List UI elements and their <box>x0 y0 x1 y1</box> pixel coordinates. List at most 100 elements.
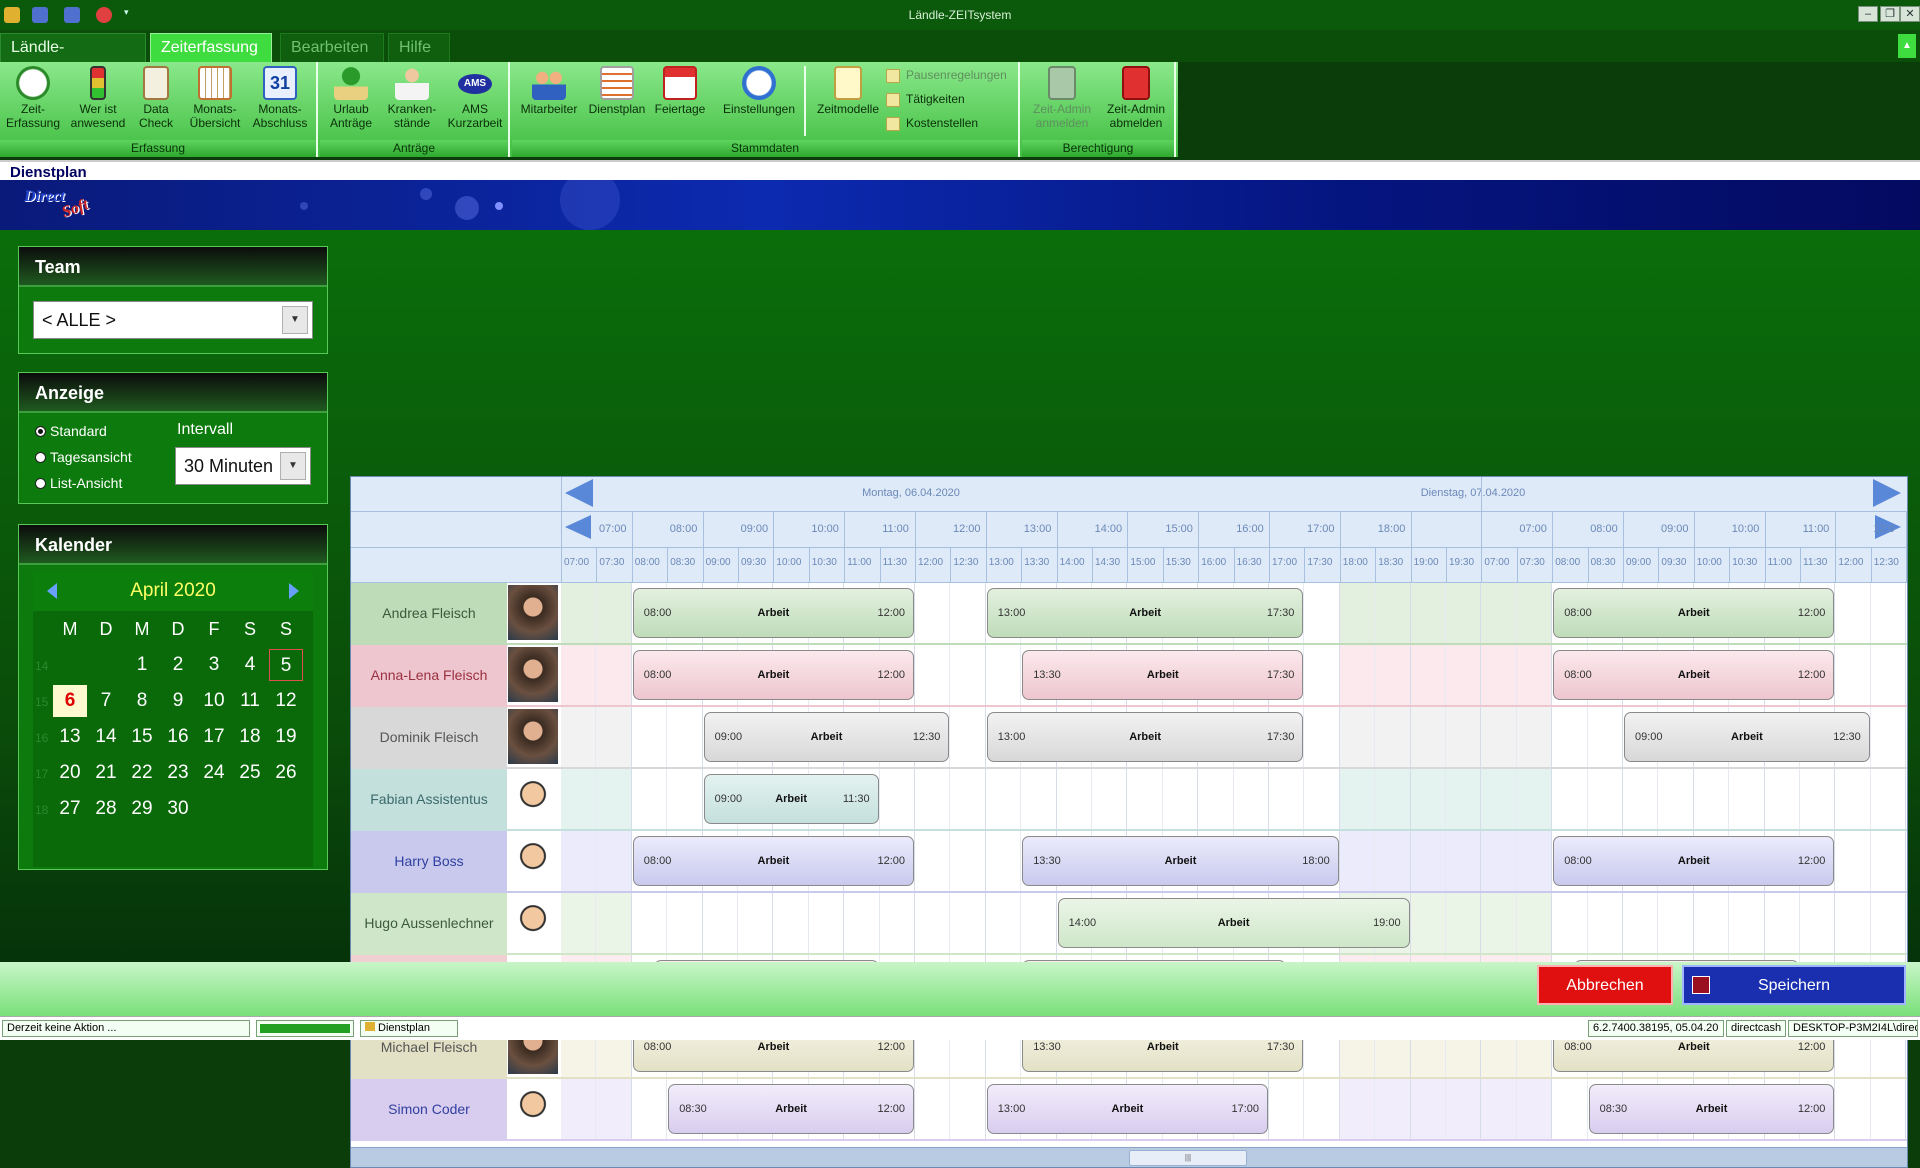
tab-hilfe[interactable]: Hilfe <box>388 33 450 62</box>
time-slot[interactable] <box>1693 769 1730 830</box>
time-slot[interactable] <box>1516 769 1553 830</box>
kostenstellen-button[interactable]: Kostenstellen <box>886 114 978 132</box>
time-slot[interactable] <box>915 1079 951 1140</box>
time-slot[interactable] <box>1339 831 1376 892</box>
appointment[interactable]: Arbeit 09:00 12:30 <box>703 712 950 762</box>
time-slot[interactable] <box>1021 769 1057 830</box>
monats-abschluss-button[interactable]: 31 Monats- Abschluss <box>248 64 312 130</box>
time-slot[interactable] <box>1658 769 1694 830</box>
time-slot[interactable] <box>1375 1079 1411 1140</box>
employee-name[interactable]: Anna-Lena Fleisch <box>351 645 507 706</box>
time-slot[interactable] <box>950 893 986 954</box>
time-slot[interactable] <box>667 769 703 830</box>
appointment[interactable]: Arbeit 09:00 11:30 <box>703 774 879 824</box>
time-slot[interactable] <box>1304 769 1340 830</box>
calendar-day[interactable]: 1 <box>125 649 159 681</box>
time-slot[interactable] <box>1481 707 1517 768</box>
time-slot[interactable] <box>1092 769 1128 830</box>
time-slot[interactable] <box>1835 645 1871 706</box>
time-slot[interactable] <box>631 769 668 830</box>
appointment[interactable]: Arbeit 08:30 12:00 <box>668 1084 914 1134</box>
time-slot[interactable] <box>950 707 986 768</box>
time-slot[interactable] <box>596 769 632 830</box>
appointment[interactable]: Arbeit 14:00 19:00 <box>1057 898 1410 948</box>
time-slot[interactable] <box>1552 893 1588 954</box>
appointment[interactable]: Arbeit 13:00 17:30 <box>986 588 1304 638</box>
calendar-day[interactable]: 25 <box>233 757 267 789</box>
calendar-day[interactable]: 10 <box>197 685 231 717</box>
horizontal-scrollbar[interactable]: ||| <box>351 1147 1907 1167</box>
calendar-day[interactable]: 12 <box>269 685 303 717</box>
time-slot[interactable] <box>1446 893 1482 954</box>
time-grid[interactable]: Arbeit 08:00 12:00 Arbeit 13:30 17:30 Arbeit 08… <box>561 645 1907 706</box>
time-slot[interactable] <box>1339 707 1376 768</box>
time-slot[interactable] <box>561 583 597 644</box>
time-slot[interactable] <box>1198 769 1234 830</box>
feiertage-button[interactable]: Feiertage <box>652 64 708 116</box>
time-slot[interactable] <box>667 707 703 768</box>
time-slot[interactable] <box>1729 893 1765 954</box>
time-slot[interactable] <box>1764 893 1800 954</box>
calendar-day[interactable]: 28 <box>89 793 123 825</box>
urlaub-antraege-button[interactable]: Urlaub Anträge <box>324 64 378 130</box>
time-slot[interactable] <box>1552 769 1588 830</box>
time-slot[interactable] <box>1516 645 1553 706</box>
calendar-day[interactable]: 26 <box>269 757 303 789</box>
time-slot[interactable] <box>950 1079 986 1140</box>
time-slot[interactable] <box>1658 893 1694 954</box>
calendar-day[interactable]: 29 <box>125 793 159 825</box>
time-slot[interactable] <box>1835 769 1871 830</box>
time-slot[interactable] <box>1410 707 1446 768</box>
tab-zeiterfassung[interactable]: Zeiterfassung <box>150 33 272 62</box>
time-slot[interactable] <box>561 893 597 954</box>
calendar-day[interactable]: 6 <box>53 685 87 717</box>
time-slot[interactable] <box>1623 893 1659 954</box>
maximize-button[interactable]: ❐ <box>1880 6 1900 22</box>
time-slot[interactable] <box>1446 769 1482 830</box>
einstellungen-button[interactable]: Einstellungen <box>720 64 798 116</box>
time-slot[interactable] <box>1304 583 1340 644</box>
time-slot[interactable] <box>773 893 809 954</box>
time-slot[interactable] <box>1446 707 1482 768</box>
calendar-day[interactable]: 4 <box>233 649 267 681</box>
appointment[interactable]: Arbeit 13:30 17:30 <box>1022 650 1304 700</box>
time-slot[interactable] <box>1233 769 1269 830</box>
time-slot[interactable] <box>1021 893 1057 954</box>
calendar-day[interactable]: 19 <box>269 721 303 753</box>
employee-name[interactable]: Dominik Fleisch <box>351 707 507 768</box>
time-slot[interactable] <box>950 583 986 644</box>
appointment[interactable]: Arbeit 08:00 12:00 <box>1553 836 1835 886</box>
time-slot[interactable] <box>1446 645 1482 706</box>
time-slot[interactable] <box>985 893 1022 954</box>
employee-name[interactable]: Fabian Assistentus <box>351 769 507 830</box>
time-slot[interactable] <box>1410 645 1446 706</box>
time-slot[interactable] <box>631 707 668 768</box>
time-slot[interactable] <box>985 831 1022 892</box>
time-slot[interactable] <box>596 583 632 644</box>
calendar-day[interactable]: 30 <box>161 793 195 825</box>
time-grid[interactable]: Arbeit 08:30 12:00 Arbeit 13:00 17:00 Arbeit 08… <box>561 1079 1907 1140</box>
time-slot[interactable] <box>915 831 951 892</box>
time-slot[interactable] <box>1410 769 1446 830</box>
mitarbeiter-button[interactable]: Mitarbeiter <box>516 64 582 116</box>
next-day-arrow-icon[interactable] <box>1873 479 1901 507</box>
time-slot[interactable] <box>1446 583 1482 644</box>
time-grid[interactable]: Arbeit 14:00 19:00 <box>561 893 1907 954</box>
time-slot[interactable] <box>631 1079 668 1140</box>
time-slot[interactable] <box>1516 1079 1553 1140</box>
time-slot[interactable] <box>561 831 597 892</box>
time-slot[interactable] <box>1870 707 1907 768</box>
next-month-arrow-icon[interactable] <box>289 583 299 599</box>
time-slot[interactable] <box>1339 645 1376 706</box>
tab-bearbeiten[interactable]: Bearbeiten <box>280 33 384 62</box>
time-slot[interactable] <box>1870 893 1907 954</box>
time-slot[interactable] <box>1481 831 1517 892</box>
time-slot[interactable] <box>1446 831 1482 892</box>
calendar-day[interactable]: 17 <box>197 721 231 753</box>
time-slot[interactable] <box>1870 831 1907 892</box>
time-slot[interactable] <box>1375 583 1411 644</box>
time-slot[interactable] <box>950 831 986 892</box>
time-slot[interactable] <box>1835 583 1871 644</box>
time-slot[interactable] <box>1304 707 1340 768</box>
employee-name[interactable]: Simon Coder <box>351 1079 507 1140</box>
